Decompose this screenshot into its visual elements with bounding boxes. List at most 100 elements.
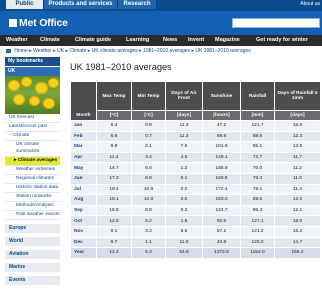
table-cell: 0.1: [165, 172, 203, 185]
nav-news[interactable]: News: [163, 35, 177, 46]
sidebar-section-events[interactable]: Events: [5, 276, 60, 285]
sidebar-section-marine[interactable]: Marine: [5, 263, 60, 272]
sidebar-item-uk-climate-summaries[interactable]: UK climate summaries: [5, 141, 60, 157]
table-cell: 96.4: [240, 204, 275, 217]
nav-magazine[interactable]: Magazine: [215, 35, 240, 46]
table-row: Dec 6.7 1.1 11.0 40.8 120.2 14.7: [70, 236, 321, 249]
table-cell: 1.1: [131, 236, 166, 249]
breadcrumb-uk-climate-averages[interactable]: UK climate averages: [92, 48, 138, 54]
sidebar-section-world[interactable]: World: [5, 237, 60, 246]
table-cell: 8.8: [131, 172, 166, 185]
breadcrumb-uk[interactable]: UK: [57, 48, 64, 54]
search-input[interactable]: [232, 18, 320, 28]
nav-climate-guide[interactable]: Climate guide: [75, 35, 111, 46]
about-us-link[interactable]: About us: [300, 1, 320, 7]
table-cell: 169.5: [202, 172, 241, 185]
table-cell-month: Aug: [70, 194, 97, 206]
table-cell: 2.1: [131, 141, 166, 153]
breadcrumb-climate[interactable]: Climate: [69, 48, 86, 54]
logo-text: Met Office: [19, 17, 68, 29]
table-cell: 0.0: [165, 183, 203, 196]
table-cell: 12.8: [96, 215, 132, 227]
table-cell: 73.4: [240, 172, 275, 185]
table-cell: 15.5: [274, 120, 321, 132]
table-cell: 185.9: [202, 162, 241, 174]
table-cell: 127.1: [240, 215, 275, 227]
table-cell: 19.4: [96, 183, 132, 196]
nav-get-ready-for-winter[interactable]: Get ready for winter: [256, 35, 308, 46]
table-cell: 0.7: [131, 130, 166, 143]
table-row: Nov 9.1 3.3 5.6 57.2 121.2 15.2: [70, 225, 321, 238]
sidebar-item-uk-forecast[interactable]: UK forecast: [5, 114, 60, 123]
table-cell: 148.1: [202, 151, 241, 164]
table-row: Apr 11.4 3.4 4.5 148.1 72.7 11.7: [70, 151, 321, 164]
table-row: Aug 19.1 10.8 0.0 163.0 89.5 12.0: [70, 194, 321, 206]
breadcrumb-1981-2010-averages[interactable]: 1981–2010 averages: [143, 48, 190, 54]
sidebar-item-station-networks[interactable]: Station networks: [5, 193, 60, 202]
table-cell: 6.2: [131, 215, 166, 227]
table-cell: 4.5: [165, 151, 203, 164]
table-cell: 7.6: [165, 141, 203, 153]
met-office-logo[interactable]: Met Office: [9, 16, 68, 30]
table-cell-month: Year: [70, 247, 97, 259]
table-cell: 15.0: [274, 215, 321, 227]
table-cell-month: Feb: [70, 130, 97, 143]
unit-max-temp: [°C]: [96, 110, 132, 121]
table-cell: 11.4: [274, 183, 321, 196]
table-cell: 11.7: [274, 151, 321, 164]
table-cell: 95.1: [240, 141, 275, 153]
table-cell: 12.1: [274, 204, 321, 217]
table-cell: 57.2: [202, 225, 241, 238]
breadcrumb-current: UK 1981–2010 averages: [195, 48, 251, 54]
table-row: Oct 12.8 6.2 1.8 92.5 127.1 15.0: [70, 215, 321, 227]
sidebar-item-past-weather-events[interactable]: Past weather events: [5, 211, 60, 220]
nav-climate[interactable]: Climate: [40, 35, 60, 46]
sidebar-item-historic-station-data[interactable]: Historic station data: [5, 184, 60, 193]
col-header-days-of-rainfall: Days of Rainfall ≥ 1mm: [274, 81, 321, 111]
breadcrumb-weather[interactable]: Weather: [33, 48, 52, 54]
table-cell: 54.6: [165, 247, 203, 259]
table-row: Feb 6.6 0.7 11.3 69.8 88.6 12.3: [70, 130, 321, 143]
nav-weather[interactable]: Weather: [6, 35, 28, 46]
sidebar-uk-header[interactable]: UK: [5, 67, 60, 76]
sidebar-section-aviation[interactable]: Aviation: [5, 250, 60, 259]
table-cell: 5.6: [165, 225, 203, 238]
table-cell: 11.0: [165, 236, 203, 249]
table-cell: 120.2: [240, 236, 275, 249]
my-bookmarks-header[interactable]: My bookmarks: [5, 57, 60, 66]
col-header-min-temp: Min Temp: [131, 81, 166, 111]
table-cell: 0.0: [165, 194, 203, 206]
table-cell: 14.7: [274, 236, 321, 249]
table-cell: 19.1: [96, 194, 132, 206]
sidebar-item-climate[interactable]: – Climate: [5, 132, 60, 141]
home-icon[interactable]: [6, 48, 11, 53]
sidebar-item-regional-climates[interactable]: Regional climates: [5, 175, 60, 184]
tab-products-and-services[interactable]: Products and services: [44, 0, 118, 9]
breadcrumb-home[interactable]: Home: [14, 48, 27, 54]
table-cell: 47.2: [202, 120, 241, 132]
table-cell: 70.0: [240, 162, 275, 174]
unit-rainfall: [mm]: [240, 110, 275, 121]
table-cell: 6.0: [131, 162, 166, 174]
sidebar-item-weather-extremes[interactable]: Weather extremes: [5, 166, 60, 175]
sidebar-item-methods-analysis[interactable]: Methods/Analysis: [5, 202, 60, 211]
table-cell: 1154.0: [240, 247, 275, 259]
sidebar-item-climate-averages[interactable]: ▸ Climate averages: [5, 157, 60, 166]
table-cell: 10.9: [131, 183, 166, 196]
main-nav: Weather Climate Climate guide Learning N…: [0, 35, 322, 46]
sidebar-section-europe[interactable]: Europe: [5, 224, 60, 233]
table-cell-month: Sep: [70, 204, 97, 217]
col-header-max-temp: Max Temp: [96, 81, 132, 111]
tab-research[interactable]: Research: [118, 0, 157, 9]
tab-public[interactable]: Public: [6, 0, 44, 9]
table-cell: 124.7: [202, 204, 241, 217]
sidebar-item-label: Climate: [13, 133, 30, 138]
unit-rain-days: [days]: [274, 110, 321, 121]
sidebar-item-latest-recent-past[interactable]: Latest/recent past: [5, 123, 60, 132]
col-header-days-of-air-frost: Days of Air Frost: [165, 81, 203, 111]
nav-invent[interactable]: Invent: [188, 35, 204, 46]
daffodils-image: [5, 76, 60, 114]
table-cell-month: Jun: [70, 172, 97, 185]
table-row: Mar 8.9 2.1 7.6 101.8 95.1 13.9: [70, 141, 321, 153]
nav-learning[interactable]: Learning: [126, 35, 149, 46]
